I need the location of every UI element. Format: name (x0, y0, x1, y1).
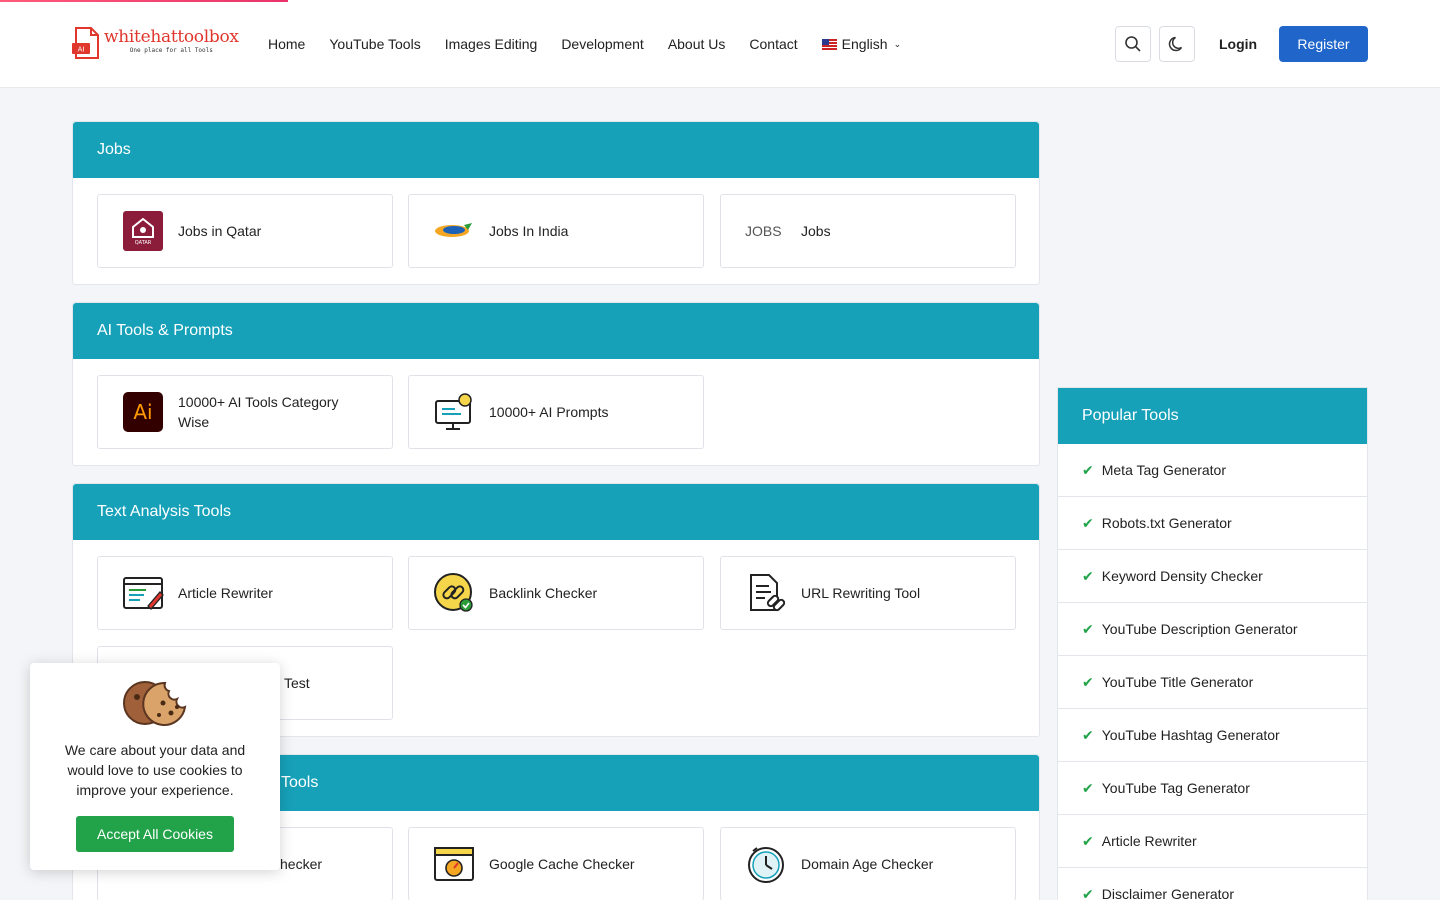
svg-text:QATAR: QATAR (135, 240, 152, 246)
check-icon: ✔ (1082, 461, 1094, 478)
site-header: AI whitehattoolbox One place for all Too… (0, 0, 1440, 88)
tool-card-ai-tools-category[interactable]: Ai 10000+ AI Tools Category Wise (97, 375, 393, 449)
nav-youtube-tools[interactable]: YouTube Tools (329, 34, 420, 54)
check-icon: ✔ (1082, 514, 1094, 531)
page-progress-bar (0, 0, 288, 2)
browser-gauge-icon (433, 843, 475, 885)
tool-card-ai-prompts[interactable]: 10000+ AI Prompts (408, 375, 704, 449)
cookie-consent-popup: We care about your data and would love t… (30, 663, 280, 870)
popular-item-label: Meta Tag Generator (1101, 462, 1226, 478)
popular-item-label: YouTube Title Generator (1101, 674, 1254, 690)
check-icon: ✔ (1082, 620, 1094, 637)
language-selector[interactable]: English ⌄ (821, 34, 902, 54)
section-jobs: Jobs QATAR Jobs in Qatar Jobs In India J… (72, 121, 1040, 285)
tool-label: Jobs (801, 223, 831, 239)
nav-images-editing[interactable]: Images Editing (445, 34, 538, 54)
tool-label: Google Cache Checker (489, 856, 635, 872)
tool-label: 10000+ AI Prompts (489, 404, 609, 420)
check-icon: ✔ (1082, 885, 1094, 900)
popular-item-label: YouTube Hashtag Generator (1101, 727, 1280, 743)
tool-label: Jobs In India (489, 223, 569, 239)
broken-image-icon: JOBS (745, 223, 782, 239)
us-flag-icon (821, 38, 837, 50)
check-icon: ✔ (1082, 673, 1094, 690)
tool-card-article-rewriter[interactable]: Article Rewriter (97, 556, 393, 630)
moon-icon (1168, 36, 1183, 52)
search-button[interactable] (1115, 26, 1151, 62)
accept-cookies-button[interactable]: Accept All Cookies (76, 816, 234, 852)
document-link-icon (745, 572, 787, 614)
site-logo[interactable]: AI whitehattoolbox One place for all Too… (72, 26, 239, 60)
tool-label: hecker (280, 856, 323, 872)
cookie-icon (30, 677, 280, 734)
sidebar-title: Popular Tools (1058, 388, 1367, 444)
popular-item-article-rewriter[interactable]: ✔ Article Rewriter (1058, 815, 1367, 868)
dark-mode-toggle[interactable] (1159, 26, 1195, 62)
article-edit-icon (122, 572, 164, 614)
logo-file-icon: AI (72, 26, 100, 60)
popular-item-youtube-hashtag-generator[interactable]: ✔ YouTube Hashtag Generator (1058, 709, 1367, 762)
section-ai-tools: AI Tools & Prompts Ai 10000+ AI Tools Ca… (72, 302, 1040, 466)
link-check-icon (433, 572, 475, 614)
nav-contact[interactable]: Contact (749, 34, 797, 54)
check-icon: ✔ (1082, 726, 1094, 743)
tool-label: Test (284, 675, 310, 691)
tool-card-domain-age-checker[interactable]: Domain Age Checker (720, 827, 1016, 900)
search-icon (1125, 36, 1141, 52)
popular-item-label: Robots.txt Generator (1101, 515, 1232, 531)
tool-card-backlink-checker[interactable]: Backlink Checker (408, 556, 704, 630)
section-title: AI Tools & Prompts (73, 303, 1039, 359)
popular-item-label: YouTube Tag Generator (1101, 780, 1250, 796)
section-title: Jobs (73, 122, 1039, 178)
nav-home[interactable]: Home (268, 34, 305, 54)
tool-label: Article Rewriter (178, 585, 273, 601)
logo-name: whitehattoolbox (104, 27, 239, 47)
tool-label: Jobs in Qatar (178, 223, 262, 239)
language-label: English (841, 36, 888, 52)
tool-label: URL Rewriting Tool (801, 585, 921, 601)
tool-card-jobs-in-qatar[interactable]: QATAR Jobs in Qatar (97, 194, 393, 268)
login-link[interactable]: Login (1219, 34, 1257, 54)
adobe-ai-icon: Ai (122, 391, 164, 433)
popular-item-meta-tag-generator[interactable]: ✔ Meta Tag Generator (1058, 444, 1367, 497)
popular-tools-sidebar: Popular Tools ✔ Meta Tag Generator ✔ Robot… (1057, 387, 1368, 900)
qatar-logo-icon: QATAR (122, 210, 164, 252)
check-icon: ✔ (1082, 779, 1094, 796)
india-jobs-logo-icon (433, 210, 475, 252)
tool-card-url-rewriting-tool[interactable]: URL Rewriting Tool (720, 556, 1016, 630)
popular-item-label: Keyword Density Checker (1101, 568, 1263, 584)
popular-item-keyword-density-checker[interactable]: ✔ Keyword Density Checker (1058, 550, 1367, 603)
tool-label: Backlink Checker (489, 585, 598, 601)
nav-about-us[interactable]: About Us (668, 34, 726, 54)
nav-development[interactable]: Development (561, 34, 644, 54)
register-button[interactable]: Register (1279, 26, 1368, 62)
cookie-message: We care about your data and would love t… (64, 742, 246, 798)
tool-card-google-cache-checker[interactable]: Google Cache Checker (408, 827, 704, 900)
tool-label: 10000+ AI Tools Category Wise (178, 394, 339, 430)
main-nav: Home YouTube Tools Images Editing Develo… (268, 34, 901, 54)
popular-item-label: Disclaimer Generator (1101, 886, 1234, 900)
popular-item-youtube-tag-generator[interactable]: ✔ YouTube Tag Generator (1058, 762, 1367, 815)
tool-label: Domain Age Checker (801, 856, 934, 872)
svg-text:Ai: Ai (133, 400, 152, 424)
svg-text:AI: AI (78, 46, 85, 54)
tool-card-jobs-in-india[interactable]: Jobs In India (408, 194, 704, 268)
popular-item-youtube-description-generator[interactable]: ✔ YouTube Description Generator (1058, 603, 1367, 656)
popular-item-disclaimer-generator[interactable]: ✔ Disclaimer Generator (1058, 868, 1367, 900)
popular-item-label: YouTube Description Generator (1101, 621, 1298, 637)
clock-icon (745, 843, 787, 885)
logo-tagline: One place for all Tools (129, 47, 213, 54)
monitor-prompt-icon (433, 391, 475, 433)
chevron-down-icon: ⌄ (893, 39, 902, 49)
popular-item-youtube-title-generator[interactable]: ✔ YouTube Title Generator (1058, 656, 1367, 709)
popular-item-robots-txt-generator[interactable]: ✔ Robots.txt Generator (1058, 497, 1367, 550)
section-title: Text Analysis Tools (73, 484, 1039, 540)
tool-card-jobs[interactable]: JOBS Jobs (720, 194, 1016, 268)
popular-item-label: Article Rewriter (1101, 833, 1197, 849)
check-icon: ✔ (1082, 832, 1094, 849)
check-icon: ✔ (1082, 567, 1094, 584)
